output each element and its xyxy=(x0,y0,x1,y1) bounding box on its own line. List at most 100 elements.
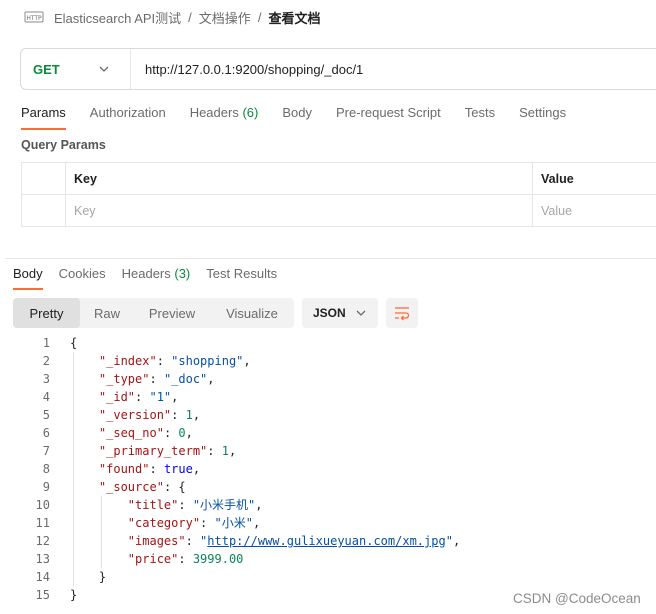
breadcrumb-folder[interactable]: 文档操作 xyxy=(199,8,251,27)
code-line: 4 "_id": "1", xyxy=(0,388,656,406)
code-text: "_version": 1, xyxy=(98,408,201,422)
json-key: "_seq_no" xyxy=(98,426,164,440)
code-text: } xyxy=(70,588,78,602)
value-input[interactable]: Value xyxy=(533,195,656,226)
tab-label: Headers xyxy=(189,105,239,120)
tab-body[interactable]: Body xyxy=(282,104,312,130)
code-text: "_id": "1", xyxy=(98,390,179,404)
line-number: 3 xyxy=(42,372,50,386)
table-row: Key Value xyxy=(22,195,656,227)
line-number: 8 xyxy=(42,462,50,476)
line-number: 12 xyxy=(35,534,50,548)
chevron-down-icon xyxy=(99,66,109,72)
code-text: "_index": "shopping", xyxy=(98,354,251,368)
response-tab-headers[interactable]: Headers (3) xyxy=(122,266,191,290)
response-headers-count: (3) xyxy=(174,266,191,281)
code-text: "title": "小米手机", xyxy=(127,498,263,512)
json-value: "1" xyxy=(149,390,172,404)
breadcrumb-separator: / xyxy=(257,9,262,25)
json-key: "found" xyxy=(98,462,150,476)
response-tabs: Body Cookies Headers (3) Test Results xyxy=(13,266,293,290)
tab-params[interactable]: Params xyxy=(21,104,66,130)
code-text: { xyxy=(70,336,78,350)
format-select[interactable]: JSON xyxy=(302,298,378,328)
line-number: 10 xyxy=(35,498,50,512)
json-key: "_type" xyxy=(98,372,150,386)
code-line: 8 "found": true, xyxy=(0,460,656,478)
tab-authorization[interactable]: Authorization xyxy=(90,104,166,130)
tab-label: Tests xyxy=(464,105,496,120)
json-value: 1 xyxy=(185,408,193,422)
tab-label: Params xyxy=(21,105,66,120)
line-number: 13 xyxy=(35,552,50,566)
query-params-table: Key Value Key Value xyxy=(21,162,656,227)
line-number: 15 xyxy=(35,588,50,602)
code-text: "category": "小米", xyxy=(127,516,261,530)
request-bar: GET http://127.0.0.1:9200/shopping/_doc/… xyxy=(20,48,656,90)
chevron-down-icon xyxy=(356,310,366,316)
tab-settings[interactable]: Settings xyxy=(519,104,566,130)
code-line: 12 "images": "http://www.gulixueyuan.com… xyxy=(0,532,656,550)
view-raw-button[interactable]: Raw xyxy=(80,298,134,328)
url-input[interactable]: http://127.0.0.1:9200/shopping/_doc/1 xyxy=(131,62,363,77)
request-name[interactable]: 查看文档 xyxy=(268,8,320,27)
svg-text:HTTP: HTTP xyxy=(26,15,42,22)
method-select[interactable]: GET xyxy=(21,49,131,89)
tab-label: Headers xyxy=(121,266,171,281)
json-key: "_index" xyxy=(98,354,157,368)
json-value: "shopping" xyxy=(171,354,244,368)
tab-label: Test Results xyxy=(206,266,278,281)
view-visualize-button[interactable]: Visualize xyxy=(210,298,294,328)
tab-pre-request-script[interactable]: Pre-request Script xyxy=(336,104,441,130)
value-column-header: Value xyxy=(533,163,656,194)
json-value: "小米" xyxy=(214,516,253,530)
json-value: "小米手机" xyxy=(192,498,256,512)
watermark: CSDN @CodeOcean xyxy=(513,591,641,606)
code-text: "_type": "_doc", xyxy=(98,372,215,386)
code-line: 11 "category": "小米", xyxy=(0,514,656,532)
tab-headers[interactable]: Headers (6) xyxy=(190,104,259,130)
json-value: 1 xyxy=(221,444,229,458)
code-text: } xyxy=(70,570,107,584)
line-number: 7 xyxy=(42,444,50,458)
response-tab-cookies[interactable]: Cookies xyxy=(59,266,106,290)
json-value: 0 xyxy=(178,426,186,440)
tab-tests[interactable]: Tests xyxy=(465,104,495,130)
line-number: 6 xyxy=(42,426,50,440)
line-number: 5 xyxy=(42,408,50,422)
format-label: JSON xyxy=(313,306,346,320)
view-mode-group: Pretty Raw Preview Visualize xyxy=(13,298,294,328)
json-key: "_id" xyxy=(98,390,136,404)
breadcrumb: HTTP Elasticsearch API测试 / 文档操作 / 查看文档 xyxy=(24,6,320,28)
code-line: 10 "title": "小米手机", xyxy=(0,496,656,514)
image-url-link[interactable]: http://www.gulixueyuan.com/xm.jpg xyxy=(207,534,445,548)
request-response-divider[interactable] xyxy=(5,258,656,259)
response-body-code[interactable]: 1{ 2 "_index": "shopping", 3 "_type": "_… xyxy=(0,334,656,604)
headers-count: (6) xyxy=(242,105,259,120)
response-tab-test-results[interactable]: Test Results xyxy=(206,266,277,290)
response-tab-body[interactable]: Body xyxy=(13,266,43,290)
code-line: 3 "_type": "_doc", xyxy=(0,370,656,388)
key-input[interactable]: Key xyxy=(66,195,533,226)
tab-label: Body xyxy=(13,266,43,281)
tab-label: Cookies xyxy=(58,266,106,281)
breadcrumb-separator: / xyxy=(188,9,192,25)
tab-label: Pre-request Script xyxy=(335,105,441,120)
table-header-row: Key Value xyxy=(22,163,656,195)
wrap-lines-button[interactable] xyxy=(386,298,418,328)
method-label: GET xyxy=(33,61,60,77)
json-key: "_primary_term" xyxy=(98,444,208,458)
json-value: true xyxy=(163,462,193,476)
tab-label: Body xyxy=(282,105,312,120)
wrap-lines-icon xyxy=(395,307,410,321)
request-tabs: Params Authorization Headers (6) Body Pr… xyxy=(21,104,590,130)
code-line: 13 "price": 3999.00 xyxy=(0,550,656,568)
code-text: "_seq_no": 0, xyxy=(98,426,193,440)
tab-label: Settings xyxy=(519,105,567,120)
checkbox-column-header xyxy=(22,163,66,194)
row-checkbox[interactable] xyxy=(22,195,66,226)
breadcrumb-collection[interactable]: Elasticsearch API测试 xyxy=(54,8,181,27)
view-pretty-button[interactable]: Pretty xyxy=(13,298,80,328)
line-number: 4 xyxy=(42,390,50,404)
view-preview-button[interactable]: Preview xyxy=(134,298,210,328)
